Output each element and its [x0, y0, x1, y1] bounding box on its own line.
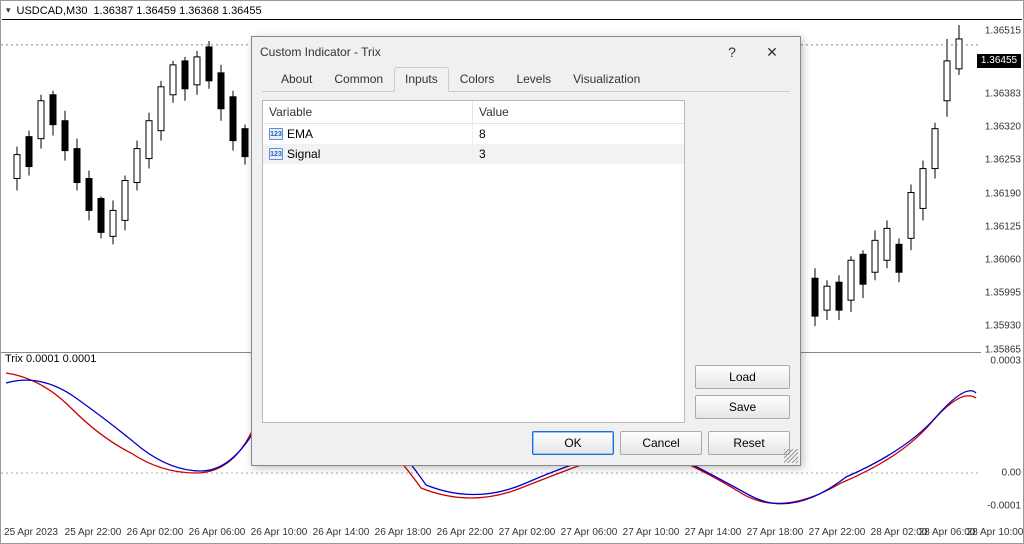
- chart-menu-arrow[interactable]: ▾: [6, 5, 11, 16]
- column-value[interactable]: Value: [473, 101, 684, 123]
- chart-quotes: 1.36387 1.36459 1.36368 1.36455: [93, 5, 261, 17]
- input-row-ema[interactable]: 123EMA 8: [263, 124, 684, 144]
- price-marker: 1.36455: [977, 54, 1021, 68]
- dialog-title: Custom Indicator - Trix: [260, 45, 381, 59]
- tab-inputs[interactable]: Inputs: [394, 67, 449, 92]
- help-button[interactable]: ?: [712, 37, 752, 67]
- save-button[interactable]: Save: [695, 395, 790, 419]
- resize-grip-icon[interactable]: [784, 449, 798, 463]
- chart-header: ▾ USDCAD,M30 1.36387 1.36459 1.36368 1.3…: [2, 2, 1022, 20]
- input-value-signal[interactable]: 3: [473, 144, 684, 164]
- dialog-titlebar[interactable]: Custom Indicator - Trix ? ✕: [252, 37, 800, 67]
- time-axis: 25 Apr 2023 25 Apr 22:00 26 Apr 02:00 26…: [1, 527, 981, 541]
- ok-button[interactable]: OK: [532, 431, 614, 455]
- tab-about[interactable]: About: [270, 67, 323, 91]
- cancel-button[interactable]: Cancel: [620, 431, 702, 455]
- indicator-properties-dialog: Custom Indicator - Trix ? ✕ About Common…: [251, 36, 801, 466]
- dialog-footer: OK Cancel Reset: [252, 423, 800, 465]
- input-value-ema[interactable]: 8: [473, 124, 684, 144]
- column-variable[interactable]: Variable: [263, 101, 473, 123]
- dialog-tabs: About Common Inputs Colors Levels Visual…: [262, 67, 790, 92]
- tab-common[interactable]: Common: [323, 67, 394, 91]
- indicator-label: Trix 0.0001 0.0001: [5, 353, 96, 365]
- int-icon: 123: [269, 148, 283, 160]
- close-button[interactable]: ✕: [752, 37, 792, 67]
- chart-symbol: USDCAD,M30: [17, 5, 88, 17]
- inputs-grid[interactable]: Variable Value 123EMA 8 123Signal 3: [262, 100, 685, 423]
- int-icon: 123: [269, 128, 283, 140]
- tab-levels[interactable]: Levels: [505, 67, 562, 91]
- price-axis: 1.36515 1.36455 1.36383 1.36320 1.36253 …: [979, 21, 1023, 353]
- tab-colors[interactable]: Colors: [449, 67, 506, 91]
- reset-button[interactable]: Reset: [708, 431, 790, 455]
- input-row-signal[interactable]: 123Signal 3: [263, 144, 684, 164]
- load-button[interactable]: Load: [695, 365, 790, 389]
- grid-header: Variable Value: [263, 101, 684, 124]
- indicator-axis: 0.0003 0.00 -0.0001: [979, 353, 1023, 517]
- tab-visualization[interactable]: Visualization: [562, 67, 651, 91]
